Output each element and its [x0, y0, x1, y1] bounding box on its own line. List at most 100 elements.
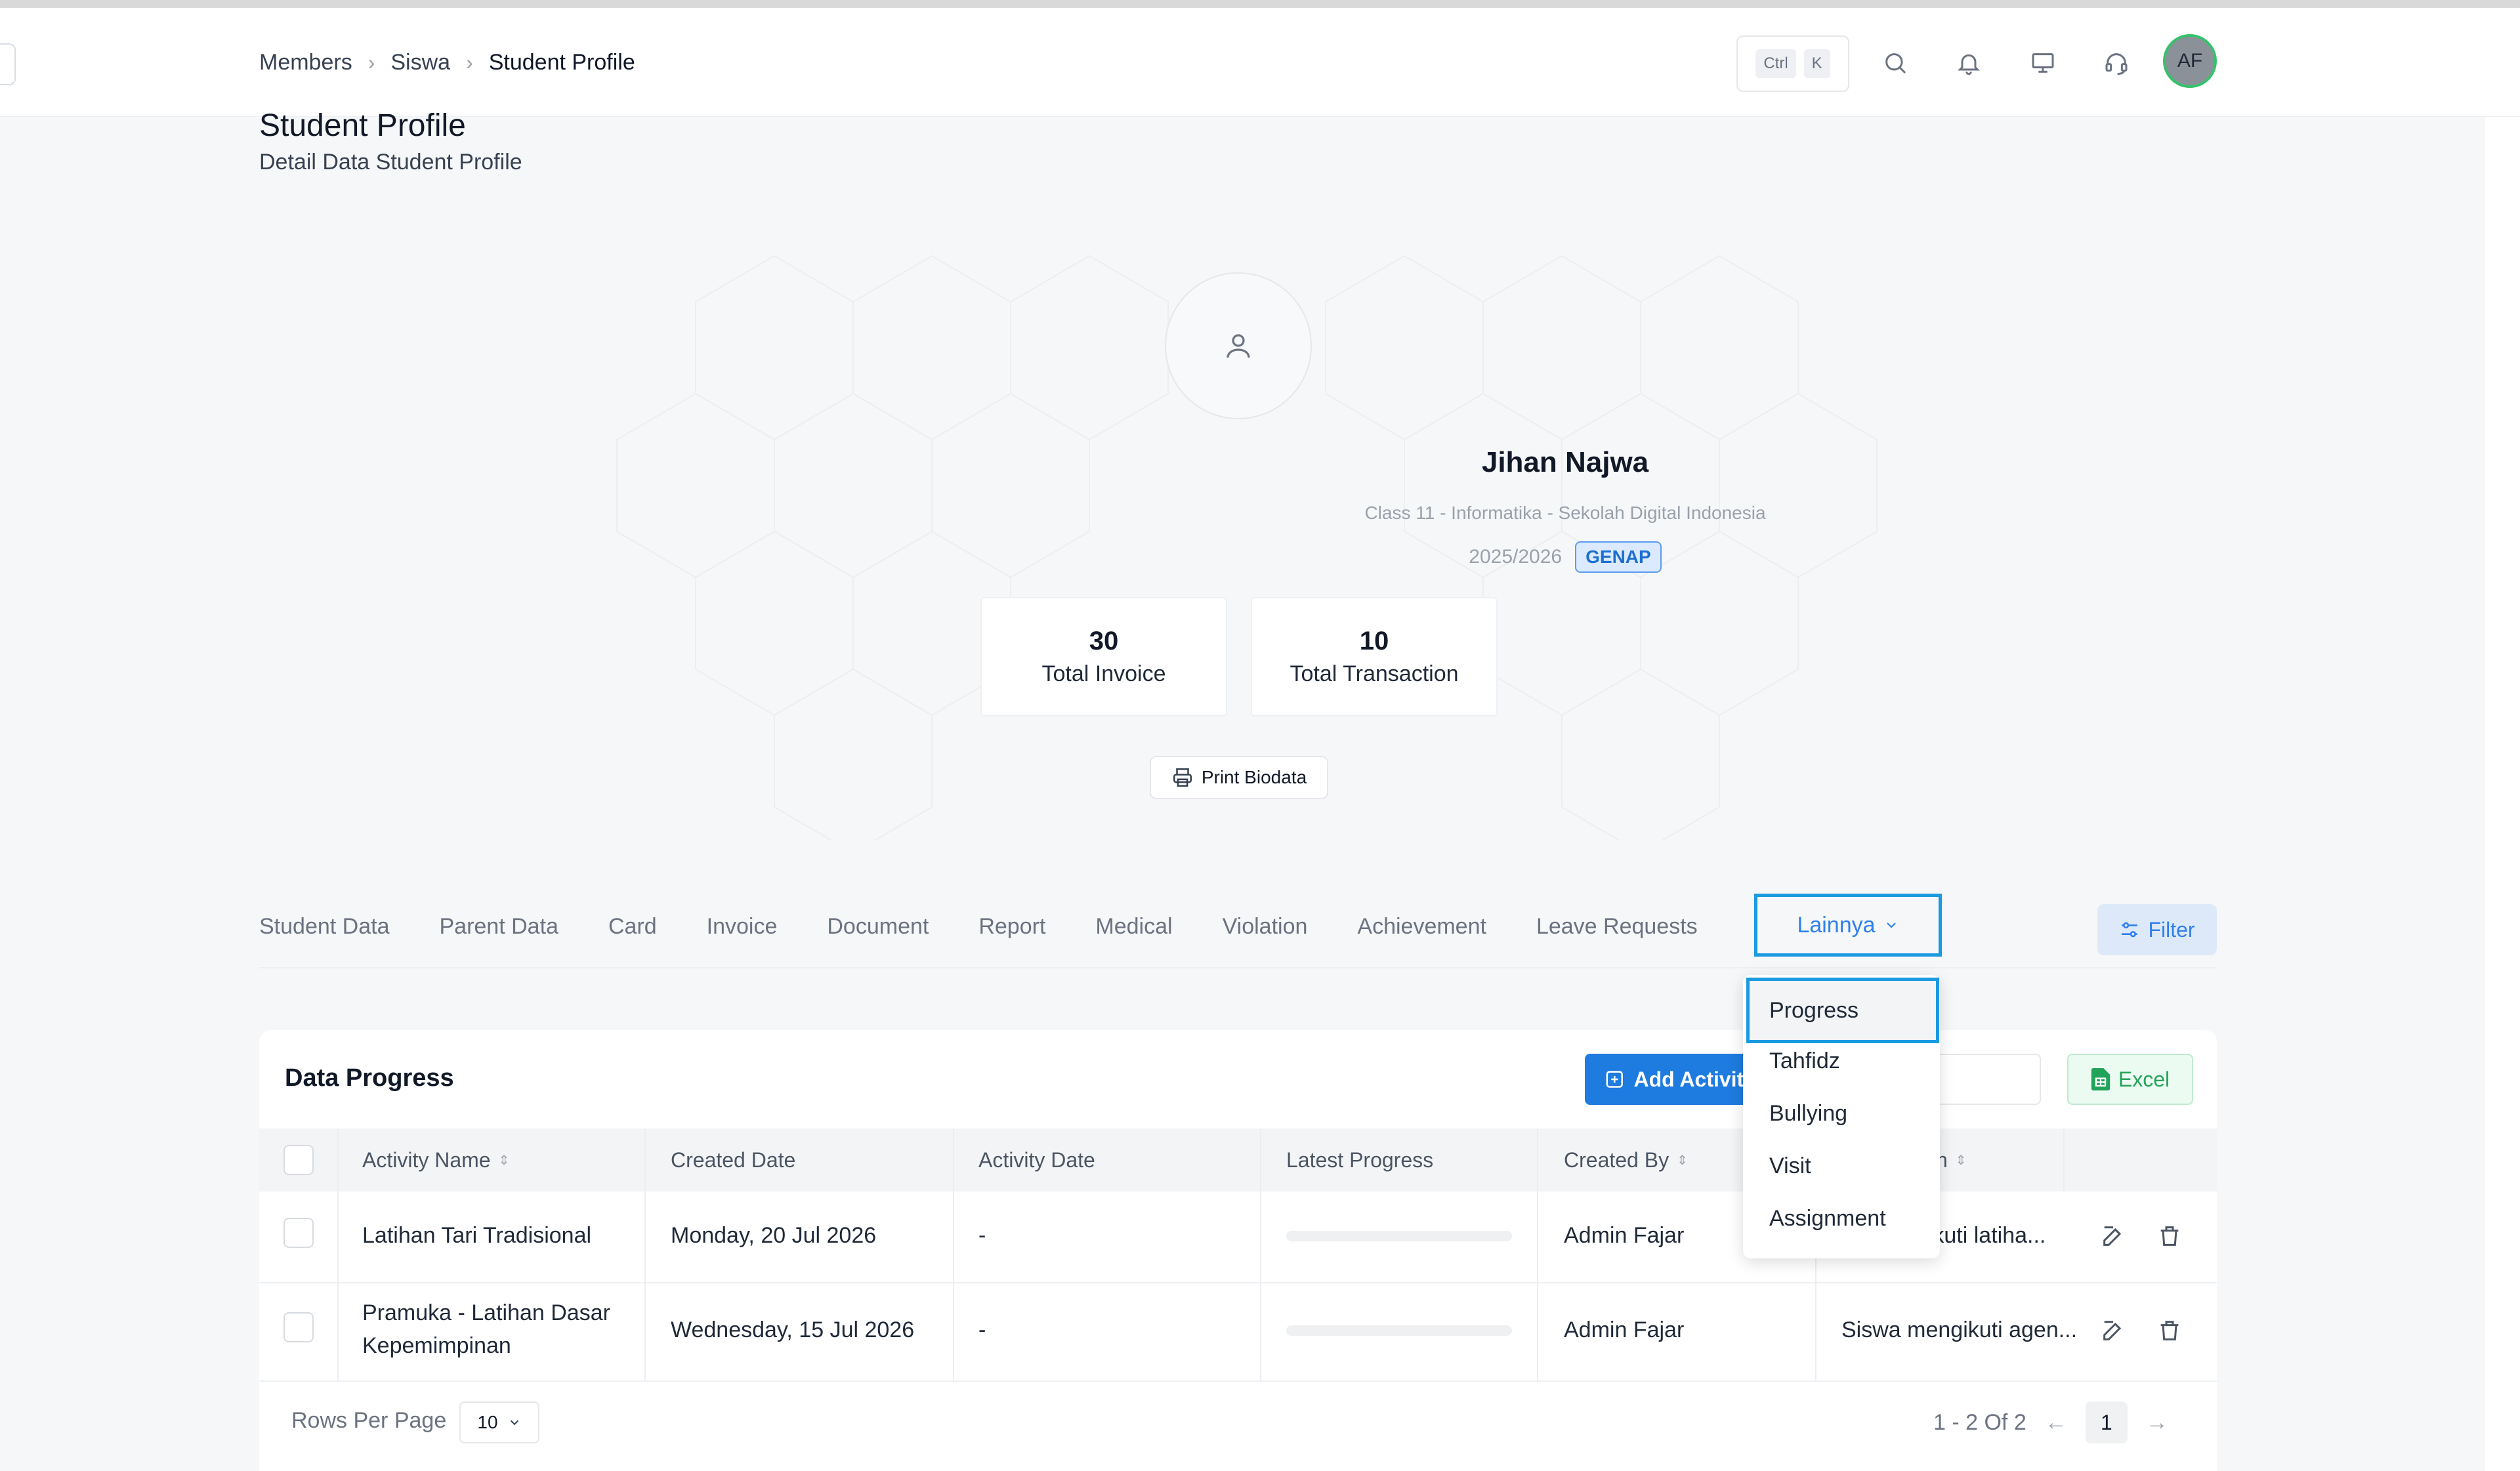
edit-icon[interactable] — [2100, 1317, 2126, 1347]
breadcrumb-siswa[interactable]: Siswa — [390, 50, 450, 75]
sliders-icon — [2122, 922, 2138, 938]
page-subtitle: Detail Data Student Profile — [259, 150, 522, 175]
excel-export-button[interactable]: Excel — [2067, 1054, 2193, 1105]
sort-icon: ⇕ — [1677, 1153, 1688, 1168]
sidebar-toggle-edge[interactable] — [0, 43, 16, 85]
stat-value: 30 — [1089, 627, 1119, 655]
tab-invoice[interactable]: Invoice — [707, 914, 778, 940]
cell-description: Siswa mengikuti agen... — [1841, 1317, 2078, 1342]
chevron-down-icon — [1886, 922, 1896, 928]
cell-activity-name-line2: Kepemimpinan — [362, 1333, 511, 1358]
edit-icon[interactable] — [2100, 1223, 2126, 1253]
column-created-date: Created Date — [671, 1129, 795, 1191]
printer-icon — [1173, 768, 1192, 787]
tab-lainnya-label: Lainnya — [1797, 912, 1876, 938]
tab-report[interactable]: Report — [978, 914, 1045, 940]
column-description[interactable]: n ⇕ — [1936, 1129, 1967, 1191]
column-divider — [1537, 1129, 1538, 1380]
column-divider — [953, 1129, 954, 1380]
column-label: Activity Name — [362, 1148, 491, 1172]
search-icon[interactable] — [1878, 46, 1912, 80]
headset-icon[interactable] — [2099, 46, 2133, 80]
window-top-border — [0, 0, 2520, 8]
profile-tabs: Student Data Parent Data Card Invoice Do… — [259, 894, 1748, 959]
stat-label: Total Invoice — [1041, 661, 1166, 686]
column-divider — [1260, 1129, 1261, 1380]
stat-value: 10 — [1359, 627, 1389, 655]
progress-bar — [1286, 1231, 1512, 1241]
arrow-right-icon[interactable]: → — [2146, 1410, 2168, 1436]
breadcrumb: Members › Siswa › Student Profile — [259, 46, 635, 79]
tab-student-data[interactable]: Student Data — [259, 914, 389, 940]
column-activity-date: Activity Date — [978, 1129, 1095, 1191]
column-activity-name[interactable]: Activity Name ⇕ — [362, 1129, 509, 1191]
bell-icon[interactable] — [1952, 46, 1986, 80]
trash-icon[interactable] — [2156, 1317, 2183, 1347]
select-all-checkbox[interactable] — [284, 1129, 314, 1191]
kbd-k: K — [1803, 49, 1830, 78]
spreadsheet-icon — [2091, 1068, 2110, 1090]
dropdown-item-tahfidz[interactable]: Tahfidz — [1769, 1048, 1840, 1074]
page-title: Student Profile — [259, 108, 466, 143]
command-palette-shortcut[interactable]: Ctrl K — [1736, 35, 1849, 92]
arrow-left-icon[interactable]: ← — [2045, 1410, 2067, 1436]
tabs-divider — [259, 967, 2217, 968]
rows-per-page-select[interactable]: 10 — [459, 1401, 539, 1443]
dropdown-item-bullying[interactable]: Bullying — [1769, 1101, 1847, 1127]
scroll-gutter — [2485, 117, 2520, 1471]
print-biodata-label: Print Biodata — [1201, 767, 1307, 787]
tab-lainnya-dropdown[interactable]: Lainnya — [1754, 894, 1942, 957]
tab-medical[interactable]: Medical — [1095, 914, 1172, 940]
cell-activity-name: Latihan Tari Tradisional — [362, 1223, 592, 1248]
tab-parent-data[interactable]: Parent Data — [439, 914, 558, 940]
rows-per-page-value: 10 — [477, 1412, 498, 1432]
student-name: Jihan Najwa — [1481, 446, 1649, 478]
stat-label: Total Transaction — [1290, 661, 1459, 686]
dropdown-item-visit[interactable]: Visit — [1769, 1153, 1811, 1179]
progress-bar — [1286, 1325, 1512, 1336]
profile-avatar — [1165, 272, 1312, 419]
column-divider — [337, 1129, 339, 1380]
tab-achievement[interactable]: Achievement — [1357, 914, 1486, 940]
filter-button[interactable]: Filter — [2097, 904, 2217, 955]
breadcrumb-members[interactable]: Members — [259, 50, 352, 75]
row-checkbox[interactable] — [284, 1218, 314, 1248]
monitor-icon[interactable] — [2026, 46, 2060, 80]
kbd-ctrl: Ctrl — [1755, 49, 1796, 78]
add-activity-button[interactable]: Add Activity — [1585, 1054, 1755, 1105]
tab-document[interactable]: Document — [827, 914, 929, 940]
dropdown-item-progress[interactable]: Progress — [1746, 978, 1939, 1043]
page-button-current[interactable]: 1 — [2085, 1401, 2128, 1443]
breadcrumb-current: Student Profile — [488, 49, 635, 75]
trash-icon[interactable] — [2156, 1223, 2183, 1253]
academic-year: 2025/2026 — [1469, 546, 1563, 568]
cell-created-by: Admin Fajar — [1564, 1223, 1685, 1248]
column-divider — [2063, 1129, 2065, 1191]
row-checkbox[interactable] — [284, 1312, 314, 1342]
cell-created-date: Wednesday, 15 Jul 2026 — [671, 1317, 915, 1342]
column-label: Created Date — [671, 1148, 796, 1172]
add-activity-label: Add Activity — [1633, 1067, 1756, 1091]
sort-icon: ⇕ — [498, 1153, 510, 1168]
pagination-info: 1 - 2 Of 2 — [1933, 1409, 2026, 1435]
tab-card[interactable]: Card — [608, 914, 657, 940]
user-avatar[interactable]: AF — [2163, 34, 2217, 88]
cell-created-by: Admin Fajar — [1564, 1317, 1685, 1342]
academic-year-row: 2025/2026 GENAP — [1116, 541, 2015, 573]
chevron-right-icon: › — [466, 50, 473, 74]
tab-leave-requests[interactable]: Leave Requests — [1536, 914, 1698, 940]
tab-violation[interactable]: Violation — [1223, 914, 1308, 940]
dropdown-item-assignment[interactable]: Assignment — [1769, 1206, 1886, 1232]
cell-created-date: Monday, 20 Jul 2026 — [671, 1223, 877, 1248]
print-biodata-button[interactable]: Print Biodata — [1150, 756, 1328, 799]
chevron-down-icon — [510, 1420, 518, 1426]
stat-total-invoice: 30 Total Invoice — [980, 597, 1227, 716]
student-class-info: Class 11 - Informatika - Sekolah Digital… — [1364, 503, 1766, 523]
pagination: 1 - 2 Of 2 ← 1 → — [1933, 1401, 2168, 1443]
column-label: Latest Progress — [1286, 1148, 1434, 1172]
plus-square-icon — [1606, 1071, 1623, 1088]
column-created-by[interactable]: Created By ⇕ — [1564, 1129, 1688, 1191]
card-title: Data Progress — [285, 1064, 454, 1092]
cell-activity-name: Pramuka - Latihan Dasar — [362, 1300, 610, 1325]
filter-label: Filter — [2148, 917, 2195, 942]
